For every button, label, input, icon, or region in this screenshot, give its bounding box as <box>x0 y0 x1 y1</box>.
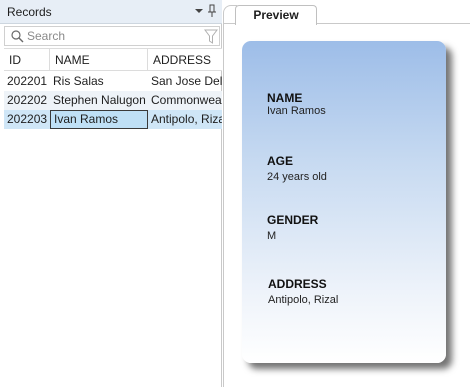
records-panel-title: Records <box>7 5 52 19</box>
column-header-name[interactable]: NAME <box>50 49 148 71</box>
gender-value: M <box>267 230 277 242</box>
cell-address: Commonwea <box>151 93 222 107</box>
table-row[interactable]: 202201 Ris Salas San Jose Del <box>4 72 222 91</box>
age-value: 24 years old <box>267 171 327 183</box>
cell-address: Antipolo, Riza <box>151 112 222 126</box>
filter-icon[interactable] <box>204 28 218 45</box>
grid-header: ID NAME ADDRESS <box>4 49 222 71</box>
tab-strip: Preview <box>223 0 470 25</box>
name-value: Ivan Ramos <box>267 105 326 117</box>
gender-label: GENDER <box>267 213 319 227</box>
cell-name-focused[interactable]: Ivan Ramos <box>50 110 148 129</box>
menu-dropdown-icon[interactable] <box>192 3 206 19</box>
search-input[interactable] <box>27 28 197 44</box>
age-label: AGE <box>267 154 294 168</box>
records-grid: ID NAME ADDRESS 202201 Ris Salas San Jos… <box>4 48 222 387</box>
cell-name: Stephen Nalugon <box>53 93 146 107</box>
column-header-address[interactable]: ADDRESS <box>148 49 222 71</box>
records-panel-header: Records <box>0 0 222 24</box>
address-label: ADDRESS <box>268 277 327 291</box>
name-label: NAME <box>267 91 303 105</box>
document-well-edge <box>223 5 237 387</box>
cell-id: 202203 <box>7 112 48 126</box>
cell-name: Ris Salas <box>53 74 104 88</box>
preview-area: Preview NAME Ivan Ramos AGE 24 years old… <box>223 0 470 387</box>
cell-address: San Jose Del <box>151 74 222 88</box>
search-icon <box>10 29 24 43</box>
table-row[interactable]: 202202 Stephen Nalugon Commonwea <box>4 91 222 110</box>
table-row-selected[interactable]: 202203 Ivan Ramos Antipolo, Riza <box>4 110 222 129</box>
search-box[interactable] <box>4 26 220 46</box>
cell-id: 202201 <box>7 74 48 88</box>
cell-id: 202202 <box>7 93 48 107</box>
records-panel: Records ID NAME <box>0 0 222 387</box>
preview-card: NAME Ivan Ramos AGE 24 years old GENDER … <box>242 41 446 363</box>
pin-icon[interactable] <box>205 3 219 19</box>
address-value: Antipolo, Rizal <box>268 294 339 306</box>
column-header-id[interactable]: ID <box>4 49 50 71</box>
tab-preview[interactable]: Preview <box>235 5 317 25</box>
